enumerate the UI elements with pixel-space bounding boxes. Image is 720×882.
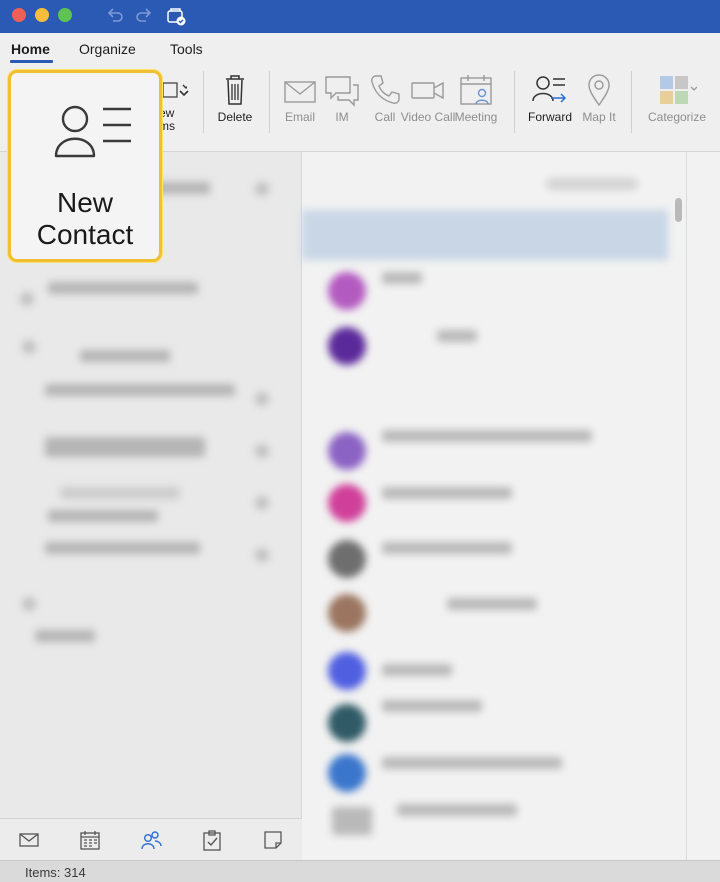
categorize-label: Categorize xyxy=(647,110,707,124)
redo-icon[interactable] xyxy=(133,5,155,27)
ribbon-separator xyxy=(631,71,632,133)
tab-tools[interactable]: Tools xyxy=(170,41,203,57)
reading-pane xyxy=(686,152,720,860)
tasks-icon[interactable] xyxy=(201,829,223,851)
video-camera-icon xyxy=(411,81,444,100)
selected-contact-row[interactable] xyxy=(302,210,668,260)
items-count: Items: 314 xyxy=(25,865,86,880)
people-icon[interactable] xyxy=(140,829,162,851)
calendar-person-icon xyxy=(460,75,492,105)
minimize-window-button[interactable] xyxy=(35,8,49,22)
close-window-button[interactable] xyxy=(12,8,26,22)
meeting-label: Meeting xyxy=(454,110,498,124)
calendar-icon[interactable] xyxy=(79,829,101,851)
sync-icon[interactable] xyxy=(165,5,187,27)
title-bar xyxy=(0,0,720,33)
zoom-window-button[interactable] xyxy=(58,8,72,22)
map-it-button[interactable]: Map It xyxy=(569,73,629,124)
contact-list-pane xyxy=(302,152,686,860)
map-pin-icon xyxy=(588,74,610,107)
mail-icon[interactable] xyxy=(18,829,40,851)
forward-contact-icon xyxy=(532,76,567,103)
categorize-button[interactable]: Categorize xyxy=(640,73,714,124)
tab-organize[interactable]: Organize xyxy=(79,41,136,57)
map-it-label: Map It xyxy=(582,110,616,124)
ribbon-tabs: Home Organize Tools xyxy=(0,33,720,63)
new-contact-button[interactable]: New Contact xyxy=(8,70,162,262)
ribbon-separator xyxy=(203,71,204,133)
trash-icon xyxy=(226,75,244,105)
chevron-down-icon[interactable] xyxy=(179,89,189,97)
ribbon-separator xyxy=(514,71,515,133)
phone-icon xyxy=(371,75,400,104)
tab-home[interactable]: Home xyxy=(11,41,50,57)
categorize-icon xyxy=(660,76,697,104)
undo-icon[interactable] xyxy=(104,5,126,27)
contact-card-icon xyxy=(54,105,131,158)
outlook-window: Home Organize Tools ew ms Delete Email I… xyxy=(0,0,720,882)
delete-button[interactable]: Delete xyxy=(205,73,265,124)
list-scrollbar[interactable] xyxy=(675,198,682,222)
module-switcher xyxy=(0,818,302,860)
meeting-button[interactable]: Meeting xyxy=(446,73,506,124)
new-contact-label-line1: New xyxy=(56,187,113,218)
notes-icon[interactable] xyxy=(262,829,284,851)
status-bar: Items: 314 xyxy=(0,860,720,882)
new-contact-label-line2: Contact xyxy=(36,219,134,250)
delete-label: Delete xyxy=(217,110,253,124)
